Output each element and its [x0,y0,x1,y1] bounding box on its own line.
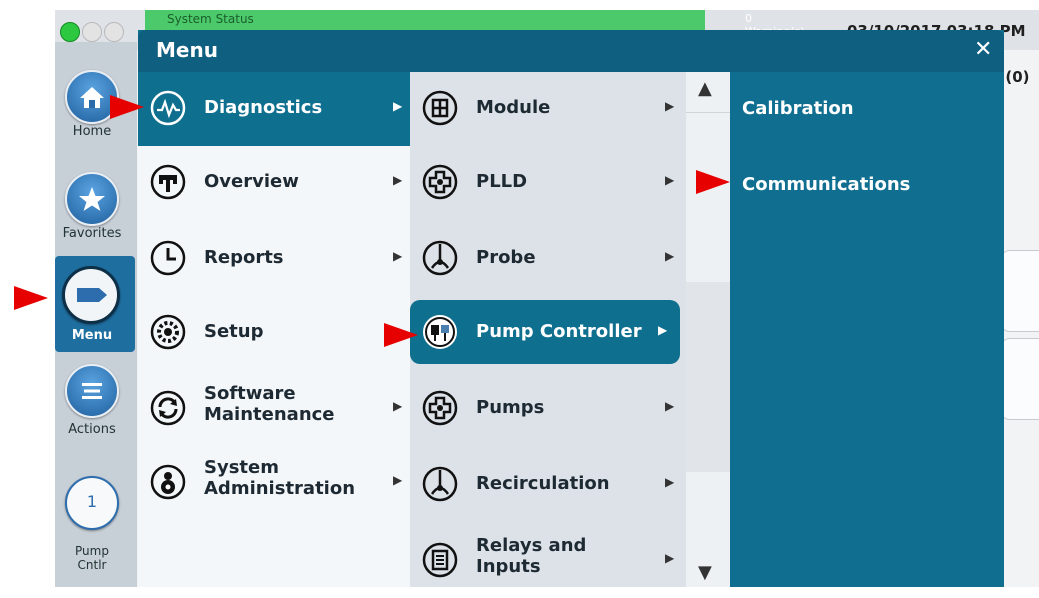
menu-item-module[interactable]: Module ▶ [410,72,686,146]
reports-icon [150,240,186,276]
plld-icon [422,164,458,200]
chevron-right-icon: ▶ [665,99,675,113]
menu-item-label-line1: Relays and [476,535,587,556]
nav-favorites[interactable]: Favorites [55,164,137,250]
scroll-up-icon[interactable]: ▲ [698,78,712,99]
menu-item-recirculation[interactable]: Recirculation ▶ [410,448,686,522]
chevron-right-icon: ▶ [393,99,403,113]
annotation-arrow [696,170,730,194]
chevron-right-icon: ▶ [658,323,668,337]
menu-item-pump-controller[interactable]: Pump Controller ▶ [410,300,680,364]
side-navigation: Home Favorites Menu Actions 1 Pump Cntlr [55,42,137,587]
menu-item-label: Module [476,97,551,118]
menu-item-calibration[interactable]: Calibration [742,98,854,119]
menu-item-software-maintenance[interactable]: Software Maintenance ▶ [138,372,410,446]
nav-menu-label: Menu [71,328,113,343]
menu-item-plld[interactable]: PLLD ▶ [410,146,686,220]
close-icon[interactable]: ✕ [974,37,992,62]
menu-item-label: Pumps [476,397,545,418]
menu-item-label-line1: Software [204,383,296,404]
menu-item-probe[interactable]: Probe ▶ [410,222,686,296]
pumps-icon [422,390,458,426]
menu-item-label: System Administration [204,457,355,499]
system-status-label: System Status [167,12,254,26]
nav-pump-cntlr-label: Pump Cntlr [75,544,109,572]
menu-item-label: Probe [476,247,536,268]
nav-home-label: Home [72,124,112,139]
annotation-arrow [110,95,144,119]
menu-item-label: Overview [204,171,299,192]
chevron-right-icon: ▶ [665,551,675,565]
star-icon [65,172,119,226]
menu-item-communications[interactable]: Communications [742,174,910,195]
menu-item-label-line2: Administration [204,478,356,499]
menu-column-diagnostics: Module ▶ PLLD ▶ Probe ▶ Pump Controller … [410,72,686,587]
probe-icon [422,240,458,276]
nav-actions[interactable]: Actions [55,356,137,442]
menu-item-label-line2: Inputs [476,556,541,577]
system-administration-icon [150,464,186,500]
menu-panel: Menu ✕ Diagnostics ▶ Overview ▶ Reports … [138,30,1004,587]
menu-item-label: Recirculation [476,473,610,494]
scroll-thumb[interactable] [686,282,730,472]
menu-header: Menu ✕ [138,30,1004,72]
actions-icon [65,364,119,418]
pump-number-icon: 1 [65,476,119,530]
chevron-right-icon: ▶ [393,173,403,187]
chevron-right-icon: ▶ [665,249,675,263]
diagnostics-icon [150,90,186,126]
menu-item-label: Reports [204,247,284,268]
menu-item-label: Diagnostics [204,97,323,118]
chevron-right-icon: ▶ [393,249,403,263]
menu-item-overview[interactable]: Overview ▶ [138,146,410,220]
background-card [1000,338,1039,420]
window-minimize-button[interactable] [82,22,102,42]
pump-number-badge: 1 [86,492,98,511]
chevron-right-icon: ▶ [393,399,403,413]
system-status-bar[interactable]: System Status 0 Warning(s) [145,10,805,38]
chevron-right-icon: ▶ [393,473,403,487]
module-icon [422,90,458,126]
menu-item-pumps[interactable]: Pumps ▶ [410,372,686,446]
background-card [1000,250,1039,332]
recirculation-icon [422,466,458,502]
annotation-arrow [384,323,418,347]
nav-menu[interactable]: Menu [55,256,135,352]
nav-favorites-label: Favorites [62,226,122,241]
menu-item-label-line2: Maintenance [204,404,335,425]
chevron-right-icon: ▶ [665,399,675,413]
annotation-arrow [14,286,48,310]
menu-item-reports[interactable]: Reports ▶ [138,222,410,296]
menu-item-diagnostics[interactable]: Diagnostics ▶ [138,72,410,146]
window-close-button[interactable] [104,22,124,42]
menu-item-label: Setup [204,321,264,342]
setup-icon [150,314,186,350]
menu-item-setup[interactable]: Setup [138,296,410,370]
menu-item-label: Software Maintenance [204,383,335,425]
menu-item-label: PLLD [476,171,528,192]
menu-item-label-line1: System [204,457,279,478]
pump-controller-icon [423,315,457,349]
overview-icon [150,164,186,200]
relays-icon [422,542,458,578]
software-maintenance-icon [150,390,186,426]
nav-actions-label: Actions [68,422,116,437]
chevron-right-icon: ▶ [665,173,675,187]
menu-item-label: Pump Controller [476,321,642,342]
scroll-down-icon[interactable]: ▼ [698,562,712,583]
menu-item-system-administration[interactable]: System Administration ▶ [138,446,410,520]
menu-tag-icon [62,266,120,324]
menu-scrollbar[interactable]: ▲ ▼ [686,72,730,587]
menu-title: Menu [156,38,218,62]
chevron-right-icon: ▶ [665,475,675,489]
window-zoom-button[interactable] [60,22,80,42]
nav-pump-cntlr[interactable]: 1 Pump Cntlr [55,468,137,583]
menu-column-main: Diagnostics ▶ Overview ▶ Reports ▶ Setup… [138,72,410,587]
scroll-divider [686,112,730,113]
menu-column-pump-controller: Calibration Communications [730,72,1004,587]
menu-item-label: Relays and Inputs [476,535,586,577]
